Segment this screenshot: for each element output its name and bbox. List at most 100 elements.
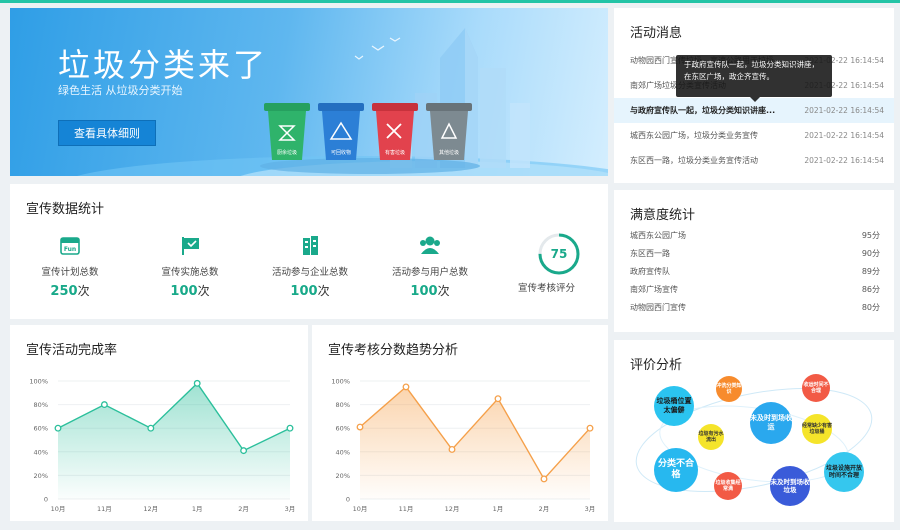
y-tick-label: 60% — [336, 425, 350, 433]
message-row[interactable]: 东区西一路，垃圾分类业务宣传活动 2021-02-22 16:14:54 — [614, 148, 894, 173]
x-tick-label: 12月 — [143, 505, 158, 513]
stat-unit: 次 — [197, 284, 210, 298]
data-point — [494, 395, 502, 403]
x-tick-label: 12月 — [445, 505, 460, 513]
score-trend-chart: 0 20% 40% 60% 80% 100% 10月 11月 12月 1月 2月 3月 — [331, 378, 595, 514]
y-tick-label: 20% — [336, 472, 350, 480]
evaluation-bubble: 分类不合格 — [654, 448, 698, 492]
x-tick-label: 3月 — [285, 505, 296, 513]
x-tick-label: 1月 — [192, 505, 203, 513]
satisfaction-list: 城西东公园广场 95分 东区西一路 90分 政府宣传队 89分 南郊广场宣传 86分 动… — [614, 230, 894, 320]
data-point — [448, 445, 456, 453]
evaluation-panel: 评价分析 垃圾桶位置太偏僻 冲洗分类知识 收运时间不合理 未及时到场收运 垃圾有… — [614, 340, 894, 522]
stat-value: 100 — [410, 284, 438, 299]
evaluation-bubble: 垃圾收集经常满 — [714, 472, 742, 500]
y-tick-label: 100% — [331, 378, 350, 386]
stat-value: 250 — [50, 284, 78, 299]
message-date: 2021-02-22 16:14:54 — [804, 131, 884, 140]
satisfaction-score: 89分 — [861, 267, 880, 276]
stat-enterprise-total: 活动参与企业总数 100次 — [250, 234, 370, 299]
svg-text:可回收物: 可回收物 — [331, 149, 351, 156]
data-point — [54, 424, 62, 432]
satisfaction-score: 90分 — [861, 249, 880, 258]
message-text: 城西东公园广场，垃圾分类业务宣传 — [630, 131, 758, 140]
message-date: 2021-02-22 16:14:54 — [804, 156, 884, 165]
stat-unit: 次 — [437, 284, 450, 298]
data-point — [286, 424, 294, 432]
evaluation-bubble: 垃圾有污水流出 — [698, 424, 724, 450]
stat-label: 宣传实施总数 — [161, 267, 219, 278]
x-tick-label: 2月 — [539, 505, 550, 513]
completion-rate-chart: 0 20% 40% 60% 80% 100% 10月 11月 12月 1月 2月 3月 — [29, 378, 296, 514]
evaluation-bubble: 垃圾设施开放时间不合理 — [824, 452, 864, 492]
message-text: 与政府宣传队一起，垃圾分类知识讲座... — [630, 106, 776, 115]
score-trend-chart-card: 宣传考核分数趋势分析 0 20% 40% 60% 80% 100% 10月 11月 12月 1月 2… — [312, 325, 608, 521]
x-tick-label: 10月 — [353, 505, 368, 513]
data-point — [100, 401, 108, 409]
hero-banner: 厨余垃圾 可回收物 有害垃圾 其他垃圾 垃圾分类来了 绿色生活 从垃圾分类开始 … — [10, 8, 608, 176]
satisfaction-row: 动物园西门宣传 80分 — [614, 302, 894, 320]
satisfaction-title: 满意度统计 — [630, 208, 696, 223]
data-point — [540, 475, 548, 483]
data-point — [586, 424, 594, 432]
satisfaction-score: 86分 — [861, 285, 880, 294]
satisfaction-row: 城西东公园广场 95分 — [614, 230, 894, 248]
data-point — [240, 447, 248, 455]
y-tick-label: 80% — [34, 401, 48, 409]
series-area — [58, 383, 290, 499]
y-tick-label: 40% — [34, 448, 48, 456]
stat-implemented-total: 宣传实施总数 100次 — [130, 234, 250, 299]
evaluation-bubble: 收运时间不合理 — [802, 374, 830, 402]
evaluation-bubble: 垃圾桶位置太偏僻 — [654, 386, 694, 426]
y-tick-label: 40% — [336, 448, 350, 456]
x-tick-label: 2月 — [238, 505, 249, 513]
x-tick-label: 10月 — [51, 505, 66, 513]
bin-recyclable-icon: 可回收物 — [318, 103, 364, 160]
y-tick-label: 80% — [336, 401, 350, 409]
svg-text:其他垃圾: 其他垃圾 — [439, 149, 459, 156]
activity-messages-title: 活动消息 — [630, 26, 683, 41]
data-point — [193, 379, 201, 387]
stat-unit: 次 — [77, 284, 90, 298]
message-tooltip: 于政府宣传队一起，垃圾分类知识讲座，在东区广场，政企齐宣传。 — [676, 55, 832, 102]
satisfaction-row: 政府宣传队 89分 — [614, 266, 894, 284]
data-point — [402, 383, 410, 391]
y-tick-label: 100% — [29, 378, 48, 386]
satisfaction-row: 东区西一路 90分 — [614, 248, 894, 266]
score-value: 75 — [551, 247, 568, 261]
banner-subtitle: 绿色生活 从垃圾分类开始 — [58, 84, 183, 97]
message-row[interactable]: 城西东公园广场，垃圾分类业务宣传 2021-02-22 16:14:54 — [614, 123, 894, 148]
satisfaction-score: 95分 — [861, 231, 880, 240]
series-area — [360, 386, 590, 499]
score-label: 宣传考核评分 — [518, 283, 576, 294]
banner-headline: 垃圾分类来了 — [58, 46, 269, 84]
stat-label: 活动参与企业总数 — [271, 267, 348, 278]
svg-text:厨余垃圾: 厨余垃圾 — [277, 149, 297, 156]
stat-user-total: 活动参与用户总数 100次 — [370, 234, 490, 299]
x-tick-label: 11月 — [399, 505, 414, 513]
satisfaction-row: 南郊广场宣传 86分 — [614, 284, 894, 302]
stat-value: 100 — [170, 284, 198, 299]
satisfaction-panel: 满意度统计 城西东公园广场 95分 东区西一路 90分 政府宣传队 89分 南郊广场宣… — [614, 190, 894, 332]
evaluation-bubble: 未及时到场收垃圾 — [770, 466, 810, 506]
satisfaction-score: 80分 — [861, 303, 880, 312]
stat-unit: 次 — [317, 284, 330, 298]
evaluation-bubble: 未及时到场收运 — [750, 402, 792, 444]
y-tick-label: 60% — [34, 425, 48, 433]
satisfaction-name: 政府宣传队 — [630, 267, 670, 276]
top-accent-line — [0, 0, 900, 3]
completion-rate-chart-card: 宣传活动完成率 0 20% 40% 60% 80% 100% 10月 11月 12月 1月 2月 3月 — [10, 325, 308, 521]
satisfaction-name: 东区西一路 — [630, 249, 670, 258]
view-details-button[interactable]: 查看具体细则 — [58, 120, 156, 146]
data-point — [356, 423, 364, 431]
data-point — [147, 424, 155, 432]
satisfaction-name: 南郊广场宣传 — [630, 285, 678, 294]
evaluation-bubble: 冲洗分类知识 — [716, 376, 742, 402]
evaluation-bubble: 经常缺少有害垃圾桶 — [802, 414, 832, 444]
stat-value: 100 — [290, 284, 318, 299]
users-icon — [420, 236, 440, 254]
message-date: 2021-02-22 16:14:54 — [804, 106, 884, 115]
score-ring: 75 — [538, 233, 580, 275]
y-tick-label: 0 — [44, 496, 48, 504]
calendar-icon: Fun — [60, 237, 80, 255]
